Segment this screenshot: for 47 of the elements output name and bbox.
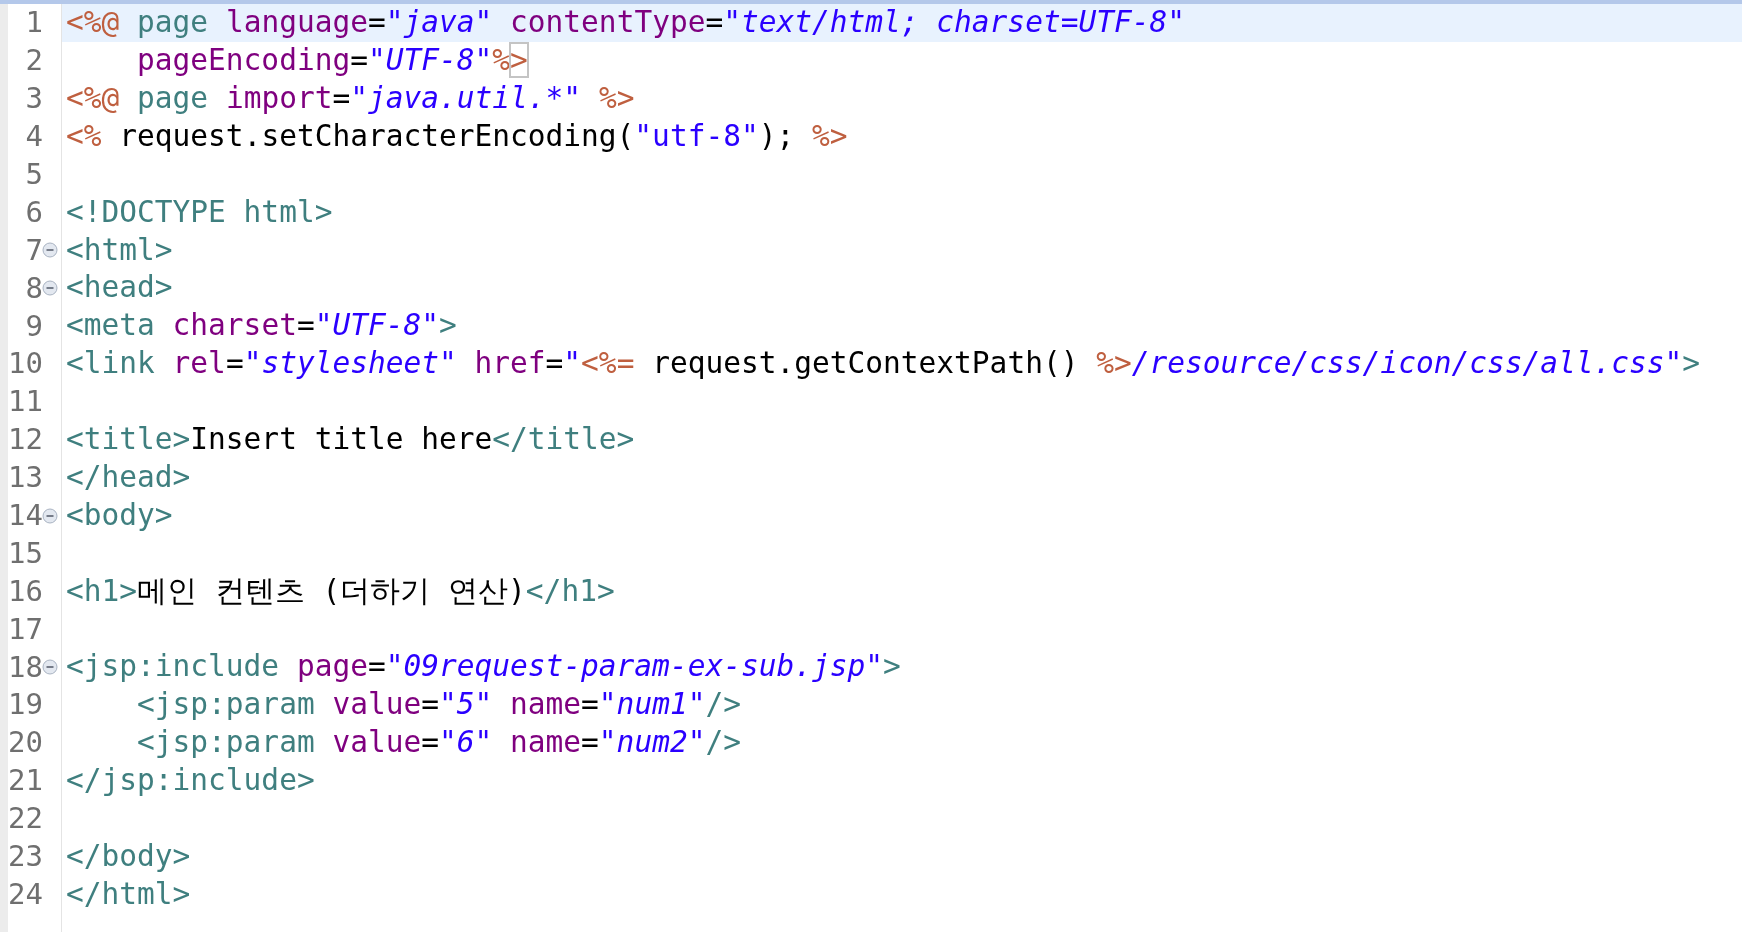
collapse-icon[interactable] [42, 242, 58, 259]
line-number: 3 [25, 84, 43, 114]
collapse-icon[interactable] [42, 280, 58, 297]
line-number: 19 [8, 690, 43, 720]
code-line: </body> [66, 838, 191, 875]
collapse-icon[interactable] [42, 507, 58, 524]
line-number: 5 [25, 160, 43, 189]
line-number: 21 [8, 766, 43, 796]
line-number: 16 [8, 576, 43, 606]
code-line: <jsp:include page="09request-param-ex-sub.jsp"> [66, 649, 901, 685]
line-number: 18 [8, 652, 43, 682]
line-number: 10 [8, 349, 43, 379]
line-number: 9 [25, 311, 43, 341]
code-line: <% request.setCharacterEncoding("utf-8"); %> [66, 118, 848, 155]
line-number: 14 [8, 501, 43, 530]
code-line: <%@ page import="java.util.*" %> [66, 81, 635, 117]
line-number: 15 [8, 538, 43, 568]
line-number: 11 [8, 387, 43, 417]
line-number: 2 [25, 46, 43, 76]
line-number: 20 [8, 728, 43, 758]
line-number: 13 [8, 463, 43, 493]
code-line: </jsp:include> [66, 763, 315, 799]
code-line: </html> [66, 876, 191, 913]
code-line: <meta charset="UTF-8"> [66, 308, 457, 344]
line-number: 1 [25, 8, 43, 38]
line-number: 8 [25, 273, 43, 303]
line-number: 12 [8, 425, 43, 455]
code-line: <body> [66, 497, 173, 534]
code-line: <!DOCTYPE html> [66, 194, 333, 231]
code-line: <head> [66, 270, 173, 306]
line-number: 7 [25, 235, 43, 265]
code-line: </head> [66, 459, 191, 496]
line-number: 6 [25, 197, 43, 227]
code-line: <link rel="stylesheet" href="<%= request.getContextPath() %>/resource/css/icon/css/all.css"> [66, 346, 1701, 382]
code-line: pageEncoding="UTF-8"%> [136, 43, 528, 79]
line-number: 22 [8, 804, 43, 834]
code-line: <%@ page language="java" contentType="text/html; charset=UTF-8" [66, 5, 1185, 41]
line-number: 23 [8, 842, 43, 872]
line-number: 17 [8, 614, 43, 644]
collapse-icon[interactable] [42, 659, 58, 676]
code-line: <jsp:param value="6" name="num2"/> [136, 725, 741, 761]
line-number: 24 [8, 879, 43, 909]
line-number: 4 [25, 122, 43, 152]
code-line: <title>Insert title here</title> [66, 422, 635, 458]
code-line: <h1>메인 컨텐츠 (더하기 연산)</h1> [66, 573, 615, 609]
code-line: <jsp:param value="5" name="num1"/> [136, 687, 741, 723]
code-line: <html> [66, 232, 173, 268]
